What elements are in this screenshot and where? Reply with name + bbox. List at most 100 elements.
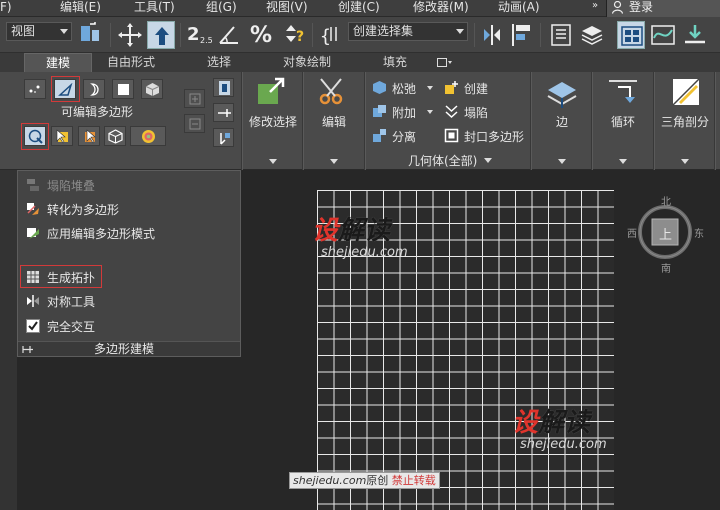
border-icon	[90, 83, 99, 96]
dropdown-footer[interactable]: 多边形建模	[18, 341, 240, 356]
convert-to-poly-item[interactable]: 转化为多边形	[18, 198, 240, 220]
tab-selection[interactable]: 选择	[196, 53, 242, 72]
full-interactivity-item[interactable]: 完全交互	[18, 315, 240, 337]
cursor-yellow-icon	[56, 129, 68, 144]
main-toolbar: 视图 2 2.5 % ? { 创建选择集	[0, 17, 720, 53]
pivot-center-icon[interactable]	[78, 21, 104, 47]
left-command-strip	[0, 170, 17, 510]
attach-button[interactable]: 附加	[370, 103, 436, 121]
grow-selection-button[interactable]	[184, 89, 205, 108]
menu-views[interactable]: 视图(V)	[266, 0, 308, 17]
tab-freeform[interactable]: 自由形式	[100, 53, 162, 72]
border-subobject-button[interactable]	[83, 79, 105, 99]
soft-selection-button[interactable]	[130, 126, 166, 146]
symmetry-tools-item[interactable]: 对称工具	[18, 290, 240, 312]
ribbon-toggle-icon	[621, 26, 643, 46]
align-icon[interactable]	[508, 22, 534, 48]
menu-modifiers[interactable]: 修改器(M)	[413, 0, 469, 17]
collapse-stack-item[interactable]: 塌陷堆叠	[18, 174, 240, 196]
select-by-angle-button[interactable]	[78, 126, 100, 146]
percent-snap-icon[interactable]: %	[249, 21, 275, 47]
menu-create[interactable]: 创建(C)	[338, 0, 380, 17]
panel-separator	[364, 72, 366, 170]
create-button[interactable]: 创建	[442, 79, 508, 97]
pin-stack-button[interactable]	[213, 103, 234, 122]
apply-edit-poly-mod-item[interactable]: 应用编辑多边形模式	[18, 222, 240, 244]
edit-button[interactable]: 编辑	[305, 72, 363, 170]
loops-button[interactable]: 循环	[594, 72, 652, 170]
toggle-ribbon-button[interactable]	[617, 21, 645, 49]
cap-poly-button[interactable]: 封口多边形	[442, 127, 532, 145]
edge-highlight-box	[51, 76, 80, 102]
cap-poly-icon	[444, 128, 459, 143]
detach-button[interactable]: 分离	[370, 127, 436, 145]
toolbar-separator	[540, 23, 541, 47]
create-icon	[445, 81, 458, 94]
login-label: 登录	[629, 0, 654, 14]
schematic-view-icon[interactable]	[682, 22, 708, 48]
element-subobject-button[interactable]	[141, 79, 163, 99]
angle-snap-icon[interactable]	[216, 21, 242, 47]
tab-populate[interactable]: 填充	[374, 53, 416, 72]
select-by-vertex-button[interactable]	[51, 126, 73, 146]
modify-selection-icon	[258, 77, 285, 104]
login-button[interactable]: 登录	[606, 0, 720, 17]
panel-separator	[302, 72, 304, 170]
geometry-panel-title[interactable]: 几何体(全部)	[408, 152, 477, 169]
watermark-logo-text: 解读	[538, 408, 591, 438]
named-selection-combo[interactable]: 创建选择集	[348, 22, 468, 41]
menu-overflow-icon[interactable]: »	[592, 0, 598, 11]
grow-icon	[189, 93, 201, 105]
menu-tools[interactable]: 工具(T)	[134, 0, 175, 17]
curve-editor-icon[interactable]	[650, 22, 676, 48]
named-selection-value: 创建选择集	[353, 24, 414, 38]
spinner-snap-icon[interactable]: ?	[281, 21, 307, 47]
convert-to-poly-icon	[27, 203, 39, 215]
chevron-down-icon	[558, 159, 566, 164]
apply-edit-poly-icon	[27, 228, 39, 239]
tab-modeling[interactable]: 建模	[24, 53, 92, 72]
detach-icon	[373, 129, 386, 142]
edges-label: 边	[555, 115, 568, 129]
menu-animation[interactable]: 动画(A)	[498, 0, 540, 17]
detach-label: 分离	[392, 130, 417, 144]
preserve-uvs-button[interactable]	[213, 128, 234, 147]
copyright-url: shejiedu.com	[293, 474, 367, 487]
copyright-original: 原创	[366, 474, 389, 487]
relax-button[interactable]: 松弛	[370, 79, 436, 97]
edit-named-selection-icon[interactable]: {	[318, 22, 344, 48]
dropdown-footer-label: 多边形建模	[94, 342, 155, 356]
show-cage-button[interactable]	[213, 78, 234, 97]
menu-edit[interactable]: 编辑(E)	[60, 0, 101, 17]
mirror-icon[interactable]	[480, 22, 506, 48]
viewcube-top-face-label[interactable]: 上	[659, 224, 672, 243]
reference-coord-combo[interactable]: 视图	[6, 22, 72, 41]
scene-explorer-icon[interactable]	[548, 22, 574, 48]
layer-explorer-icon[interactable]	[579, 22, 605, 48]
watermark-logo-text: 解读	[338, 216, 391, 246]
shrink-selection-button[interactable]	[184, 114, 205, 133]
menu-file[interactable]: F)	[0, 0, 12, 17]
polygon-subobject-button[interactable]	[112, 79, 134, 99]
select-and-move-icon[interactable]	[117, 22, 143, 48]
relax-label: 松弛	[392, 82, 417, 96]
chevron-down-icon	[330, 159, 338, 164]
generate-topology-highlight-box	[20, 265, 102, 288]
polygon-icon	[118, 84, 129, 95]
tris-button[interactable]: 三角剖分	[656, 72, 714, 170]
vertex-subobject-button[interactable]	[24, 79, 46, 99]
chevron-down-icon[interactable]	[484, 158, 492, 163]
modify-selection-label: 修改选择	[248, 115, 297, 129]
menu-group[interactable]: 组(G)	[206, 0, 237, 17]
chevron-down-icon	[681, 159, 689, 164]
pin-icon[interactable]	[22, 345, 34, 354]
ribbon-options-button[interactable]	[437, 57, 453, 67]
tab-object-paint[interactable]: 对象绘制	[278, 53, 336, 72]
edges-button[interactable]: 边	[533, 72, 591, 170]
preserve-icon	[220, 133, 230, 145]
modify-selection-button[interactable]: 修改选择	[244, 72, 302, 170]
cursor-orange-icon	[85, 129, 96, 144]
ignore-backfacing-button[interactable]	[104, 126, 126, 146]
select-object-button[interactable]	[147, 21, 175, 49]
collapse-button[interactable]: 塌陷	[442, 103, 508, 121]
